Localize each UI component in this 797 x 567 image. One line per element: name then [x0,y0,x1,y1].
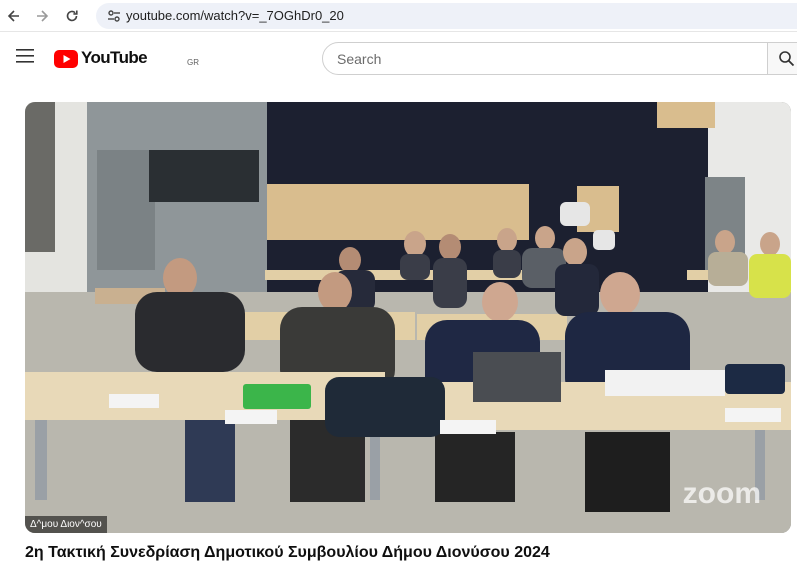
search-input[interactable]: Search [322,42,768,75]
video-title: 2η Τακτική Συνεδρίαση Δημοτικού Συμβουλί… [25,544,550,561]
logo-wordmark: YouTube [81,48,148,67]
channel-overlay: Δ^μου Διον^σου [25,516,107,533]
hamburger-menu-icon[interactable] [16,49,34,63]
zoom-watermark: zoom [682,477,761,510]
youtube-header: YouTube GR Search [0,33,797,85]
search-button[interactable] [767,42,797,75]
youtube-logo[interactable]: YouTube GR [54,47,199,71]
video-frame [25,102,791,533]
browser-toolbar: youtube.com/watch?v=_7OGhDr0_20 [0,0,797,32]
address-bar[interactable]: youtube.com/watch?v=_7OGhDr0_20 [96,3,797,29]
back-arrow-icon[interactable] [4,6,24,26]
youtube-play-logo-icon [54,50,78,68]
forward-arrow-icon[interactable] [32,6,52,26]
reload-icon[interactable] [62,6,82,26]
search-placeholder: Search [337,51,382,67]
video-player[interactable]: Δ^μου Διον^σου zoom [25,102,791,533]
country-code: GR [187,58,199,67]
search-icon [779,51,795,67]
url-text: youtube.com/watch?v=_7OGhDr0_20 [126,8,344,23]
site-settings-icon[interactable] [106,8,122,24]
